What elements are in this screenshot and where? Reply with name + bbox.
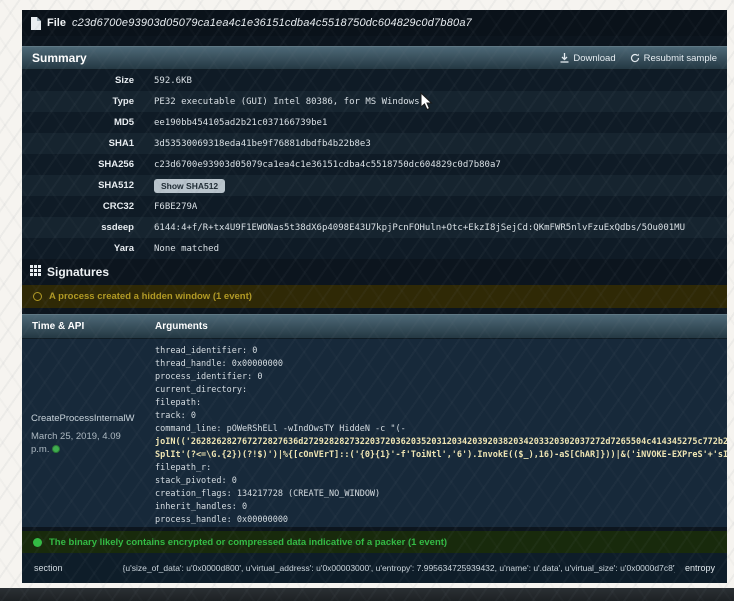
col-time-api: Time & API (22, 321, 155, 332)
file-titlebar: File c23d6700e93903d05079ca1ea4c1e36151c… (22, 10, 727, 36)
show-sha512-button[interactable]: Show SHA512 (154, 179, 225, 193)
arg-line: process_identifier: 0 (155, 371, 727, 384)
entropy-tag: entropy (685, 563, 715, 573)
col-arguments: Arguments (155, 321, 208, 332)
arg-command-hex: joIN(('262826282767272827636d27292828273… (155, 436, 727, 449)
api-timestamp: March 25, 2019, 4.09 p.m. (31, 430, 151, 456)
refresh-icon (630, 53, 640, 63)
api-name: CreateProcessInternalW (31, 413, 151, 424)
timestamp-date: March 25, 2019, 4.09 (31, 431, 121, 442)
resubmit-label: Resubmit sample (644, 53, 717, 64)
summary-title: Summary (32, 51, 87, 65)
grid-icon (30, 263, 41, 281)
row-label: SHA512 (22, 180, 134, 191)
signature-banner-hidden-window[interactable]: A process created a hidden window (1 eve… (22, 285, 727, 308)
row-value: None matched (154, 244, 219, 254)
arg-line: track: 0 (155, 410, 727, 423)
arg-line: inherit_handles: 0 (155, 501, 727, 514)
table-row: Type PE32 executable (GUI) Intel 80386, … (22, 91, 727, 112)
row-label: Yara (22, 243, 134, 254)
table-row: MD5 ee190bb454105ad2b21c037166739be1 (22, 112, 727, 133)
row-label: Type (22, 96, 134, 107)
signature-banner-text: The binary likely contains encrypted or … (49, 537, 447, 548)
download-button[interactable]: Download (560, 53, 615, 64)
arg-line: filepath_r: (155, 462, 727, 475)
table-row: Size 592.6KB (22, 70, 727, 91)
row-value: c23d6700e93903d05079ca1ea4c1e36151cdba4c… (154, 160, 501, 170)
arg-command-line: command_line: pOWeRShELl -wIndOwsTY Hidd… (155, 423, 727, 436)
signatures-header: Signatures (22, 259, 727, 285)
signature-table-body: CreateProcessInternalW March 25, 2019, 4… (22, 339, 727, 527)
arg-line: creation_flags: 134217728 (CREATE_NO_WIN… (155, 488, 727, 501)
success-dot-icon (52, 445, 60, 453)
row-value: PE32 executable (GUI) Intel 80386, for M… (154, 97, 420, 107)
download-icon (560, 53, 569, 63)
row-value: 6144:4+f/R+tx4U9F1EWONas5t38dX6p4098E43U… (154, 223, 685, 233)
row-label: CRC32 (22, 201, 134, 212)
download-label: Download (573, 53, 615, 64)
row-value: 592.6KB (154, 76, 192, 86)
table-row: SHA256 c23d6700e93903d05079ca1ea4c1e3615… (22, 154, 727, 175)
file-icon (31, 17, 41, 30)
arg-line: current_directory: (155, 384, 727, 397)
bottom-bar (0, 588, 734, 601)
time-api-cell: CreateProcessInternalW March 25, 2019, 4… (22, 339, 155, 527)
timestamp-meridiem: p.m. (31, 444, 49, 455)
row-label: SHA1 (22, 138, 134, 149)
section-value: {u'size_of_data': u'0x0000d800', u'virtu… (123, 563, 675, 573)
table-row: CRC32 F6BE279A (22, 196, 727, 217)
arg-line: process_handle: 0x00000000 (155, 514, 727, 527)
signature-banner-packer[interactable]: The binary likely contains encrypted or … (22, 531, 727, 553)
table-row: SHA1 3d53530069318eda41be9f76881dbdfb4b2… (22, 133, 727, 154)
row-label: SHA256 (22, 159, 134, 170)
resubmit-button[interactable]: Resubmit sample (630, 53, 717, 64)
table-row: SHA512 Show SHA512 (22, 175, 727, 196)
table-row: Yara None matched (22, 238, 727, 259)
row-value: ee190bb454105ad2b21c037166739be1 (154, 118, 327, 128)
arg-line: filepath: (155, 397, 727, 410)
arg-line: thread_identifier: 0 (155, 345, 727, 358)
file-label: File (47, 17, 66, 29)
row-value: 3d53530069318eda41be9f76881dbdfb4b22b8e3 (154, 139, 371, 149)
summary-table: Size 592.6KB Type PE32 executable (GUI) … (22, 70, 727, 259)
signatures-title: Signatures (47, 265, 109, 279)
summary-header: Summary Download Resubmit sample (22, 46, 727, 70)
arguments-cell: thread_identifier: 0 thread_handle: 0x00… (155, 339, 727, 527)
section-entropy-row: section {u'size_of_data': u'0x0000d800',… (22, 553, 727, 583)
arg-line: stack_pivoted: 0 (155, 475, 727, 488)
report-panel: File c23d6700e93903d05079ca1ea4c1e36151c… (22, 10, 727, 583)
signature-banner-text: A process created a hidden window (1 eve… (49, 291, 252, 302)
section-label: section (34, 563, 63, 573)
row-value: F6BE279A (154, 202, 197, 212)
row-label: ssdeep (22, 222, 134, 233)
signature-warning-icon (33, 292, 42, 301)
arg-line: thread_handle: 0x00000000 (155, 358, 727, 371)
table-row: ssdeep 6144:4+f/R+tx4U9F1EWONas5t38dX6p4… (22, 217, 727, 238)
row-label: MD5 (22, 117, 134, 128)
arg-command-split: SplIt'(?<=\G.{2})(?!$)')|%{[cOnVErT]::('… (155, 449, 727, 462)
signature-success-icon (33, 538, 42, 547)
signature-table-header: Time & API Arguments (22, 314, 727, 339)
file-hash: c23d6700e93903d05079ca1ea4c1e36151cdba4c… (72, 17, 472, 29)
row-label: Size (22, 75, 134, 86)
